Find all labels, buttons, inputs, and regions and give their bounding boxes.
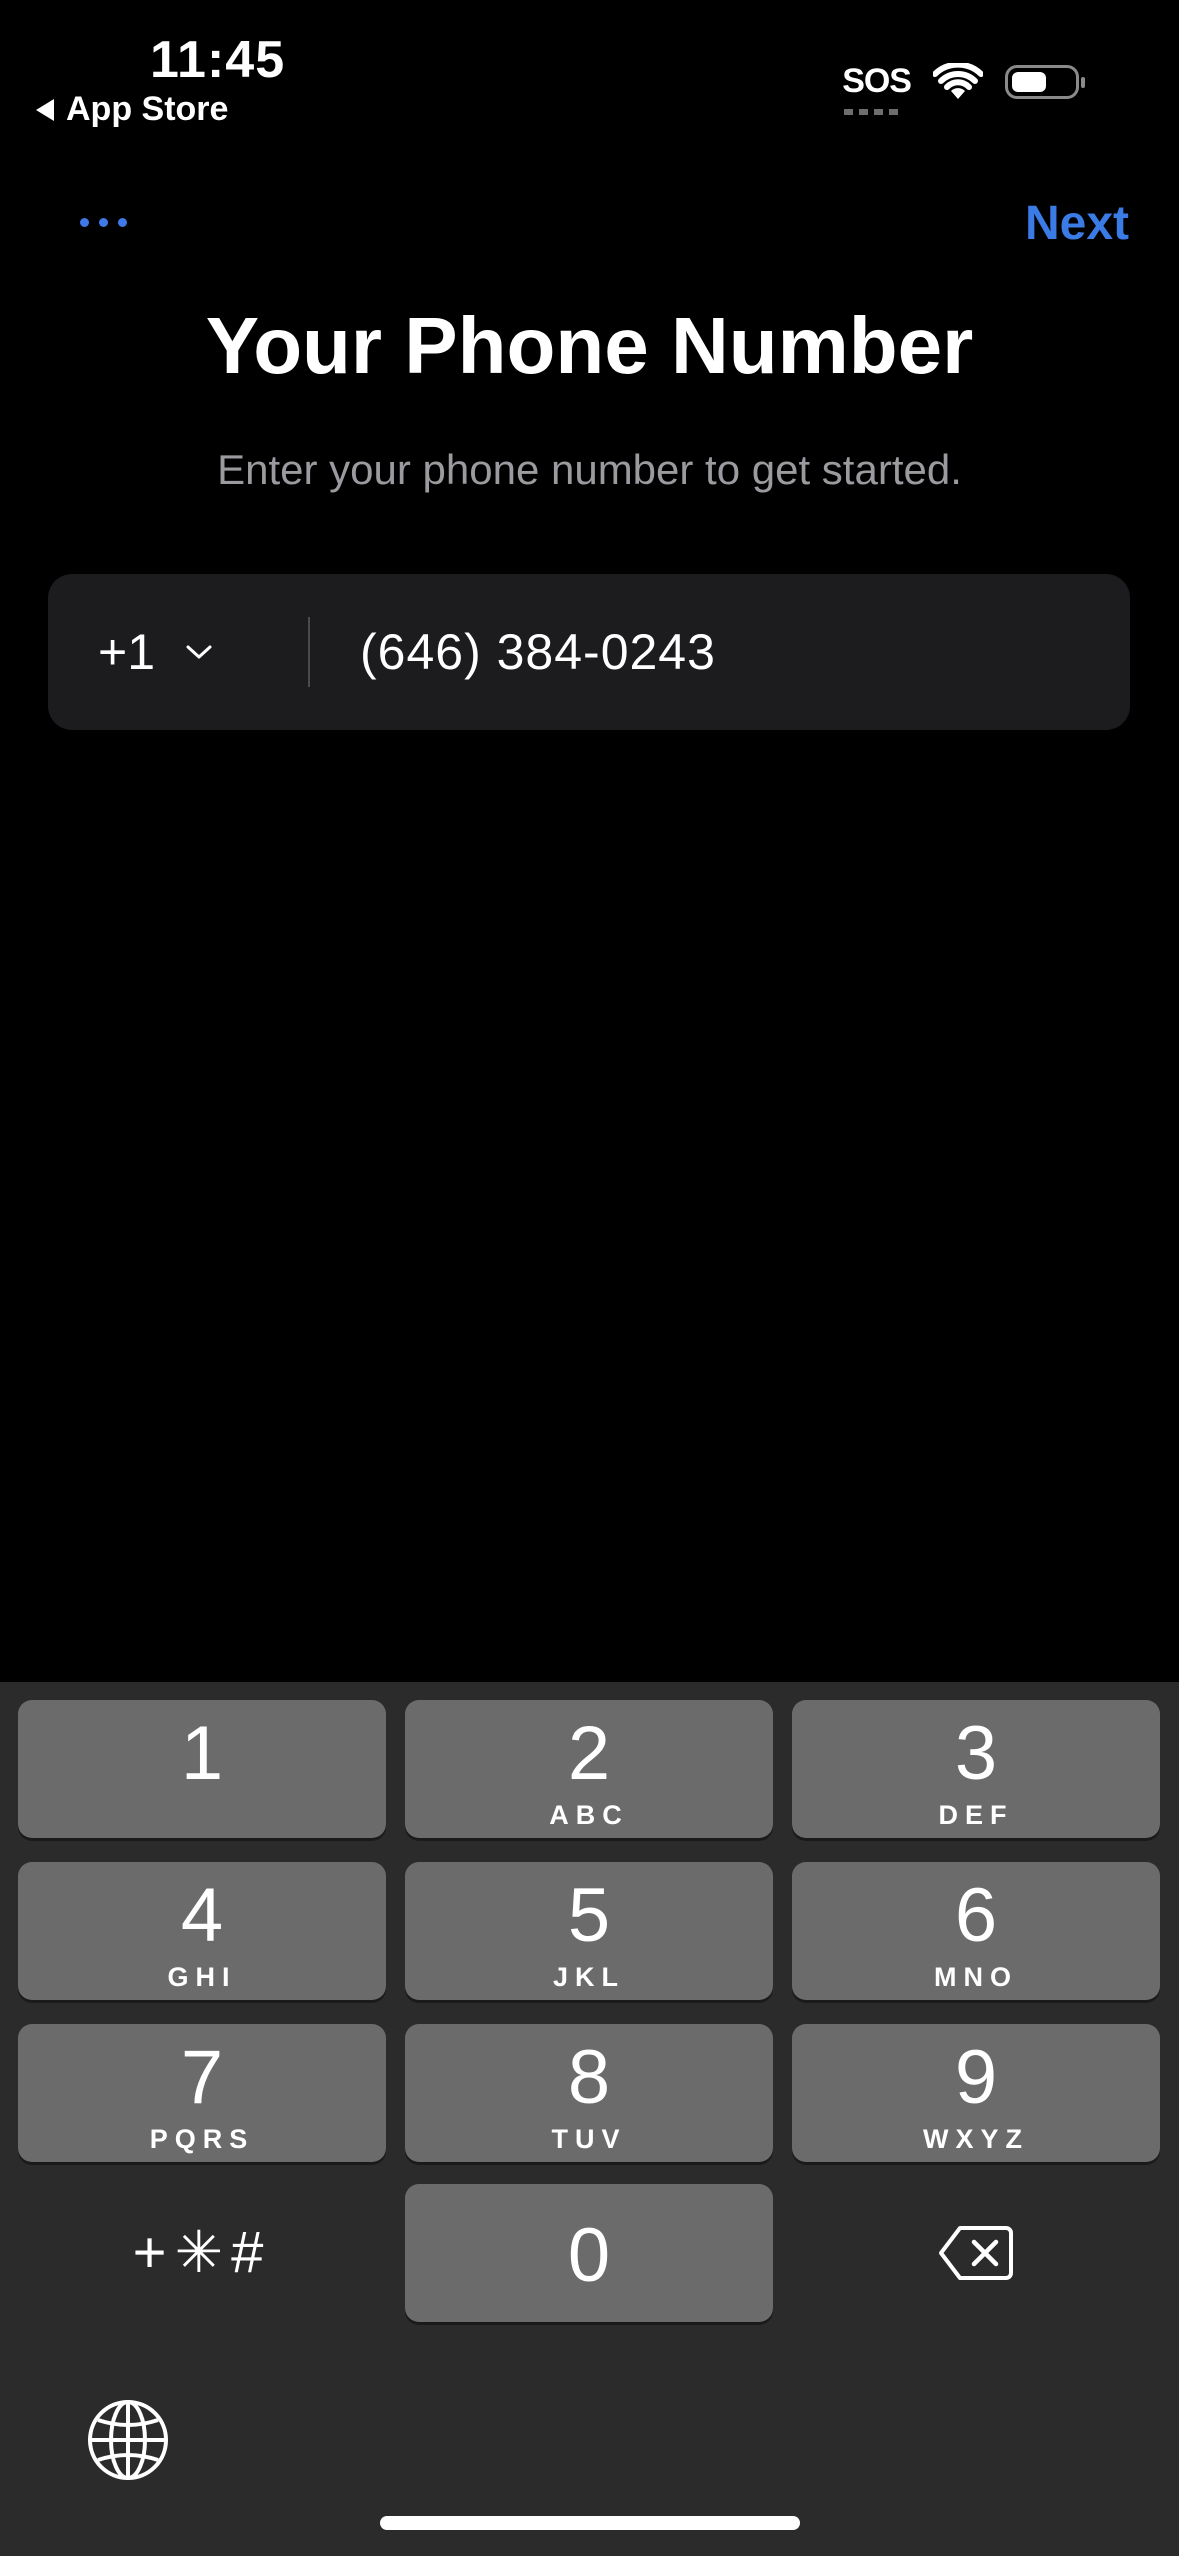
back-label: App Store: [66, 90, 229, 128]
back-arrow-icon: [36, 98, 54, 121]
more-options-button[interactable]: [80, 218, 127, 227]
phone-number-field: +1 (646) 384-0243: [48, 574, 1130, 730]
key-4[interactable]: 4 GHI: [18, 1862, 386, 2000]
battery-icon: [1005, 64, 1085, 99]
page-title: Your Phone Number: [205, 301, 974, 390]
backspace-icon: [939, 2226, 1013, 2280]
ellipsis-icon: [80, 218, 89, 227]
status-indicators: SOS: [842, 62, 1085, 115]
key-8[interactable]: 8 TUV: [405, 2024, 773, 2162]
globe-icon: [88, 2400, 168, 2480]
numeric-keypad: 1 2 ABC 3 DEF 4 GHI 5 JKL 6 MNO 7 PQRS 8…: [0, 1682, 1179, 2556]
globe-key[interactable]: [80, 2392, 176, 2488]
key-7[interactable]: 7 PQRS: [18, 2024, 386, 2162]
key-2[interactable]: 2 ABC: [405, 1700, 773, 1838]
phone-number-input[interactable]: (646) 384-0243: [310, 623, 716, 681]
signal-dots-icon: [844, 109, 899, 115]
sos-indicator: SOS: [842, 62, 912, 115]
key-0[interactable]: 0: [405, 2184, 773, 2322]
symbols-key[interactable]: +✳#: [18, 2184, 386, 2322]
home-indicator[interactable]: [380, 2516, 800, 2530]
key-1[interactable]: 1: [18, 1700, 386, 1838]
key-6[interactable]: 6 MNO: [792, 1862, 1160, 2000]
sos-label: SOS: [842, 62, 912, 100]
key-3[interactable]: 3 DEF: [792, 1700, 1160, 1838]
key-9[interactable]: 9 WXYZ: [792, 2024, 1160, 2162]
country-code-selector[interactable]: +1: [48, 574, 308, 730]
wifi-icon: [933, 62, 983, 99]
chevron-down-icon: [186, 645, 212, 659]
next-button[interactable]: Next: [1025, 196, 1129, 251]
delete-key[interactable]: [792, 2184, 1160, 2322]
page-subtitle: Enter your phone number to get started.: [217, 446, 962, 493]
country-code: +1: [98, 624, 156, 680]
key-5[interactable]: 5 JKL: [405, 1862, 773, 2000]
back-to-app-store[interactable]: App Store: [36, 90, 228, 129]
status-time: 11:45: [150, 31, 286, 89]
